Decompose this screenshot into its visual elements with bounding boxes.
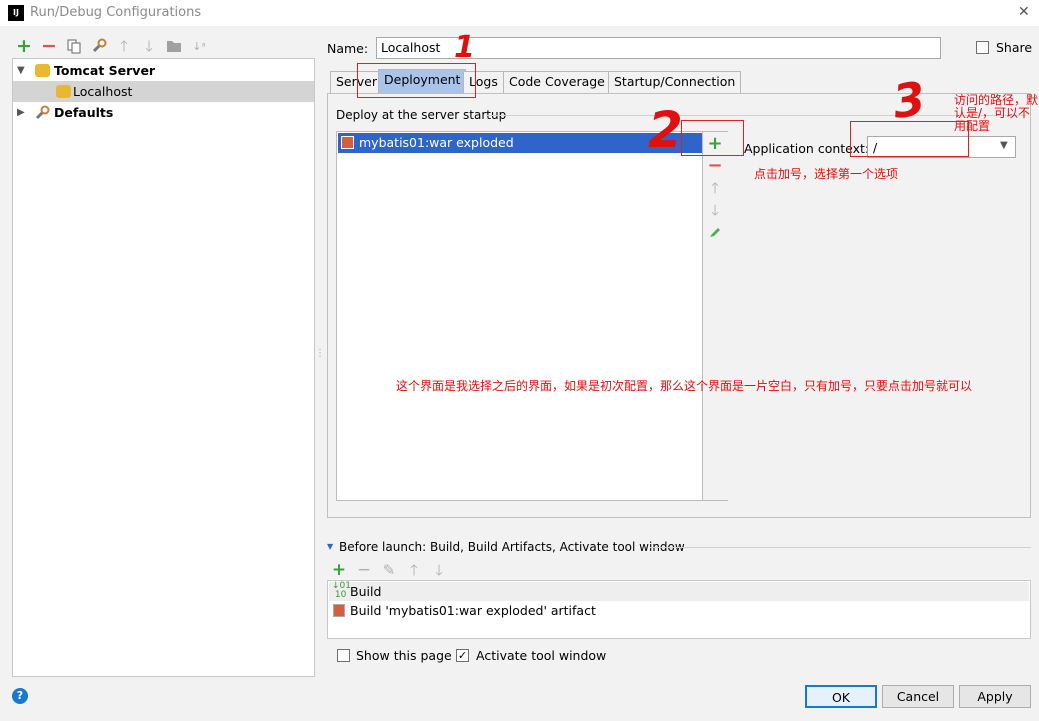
wrench-icon[interactable] — [90, 37, 108, 55]
run-debug-dialog: IJ Run/Debug Configurations ✕ + − 🡑 🡓 ↓ᵃ… — [0, 0, 1039, 721]
move-down-icon[interactable]: 🡓 — [140, 37, 158, 55]
section-divider — [650, 547, 1031, 548]
build-icon: ↓01 10 — [332, 581, 351, 600]
annotation-note-path: 访问的路径，默认是/，可以不用配置 — [954, 93, 1039, 133]
close-icon[interactable]: ✕ — [1018, 4, 1030, 20]
annotation-number-3: 3 — [889, 71, 929, 129]
activate-tool-checkbox[interactable]: ✓ — [456, 649, 469, 662]
share-label: Share — [996, 40, 1033, 55]
before-launch-list: ↓01 10 Build Build 'mybatis01:war explod… — [327, 580, 1031, 639]
artifact-label: mybatis01:war exploded — [359, 135, 514, 150]
annotation-box-deployment — [357, 63, 476, 98]
title-bar: IJ Run/Debug Configurations ✕ — [0, 0, 1039, 26]
list-toolbar: + − 🡑 🡓 — [702, 132, 728, 500]
move-down-icon[interactable]: 🡓 — [706, 201, 724, 219]
add-task-icon[interactable]: + — [330, 561, 348, 579]
wrench-icon — [35, 105, 50, 126]
before-launch-label[interactable]: Before launch: Build, Build Artifacts, A… — [339, 540, 685, 554]
show-page-label: Show this page — [356, 648, 452, 663]
edit-task-icon[interactable]: ✎ — [380, 561, 398, 579]
edit-icon[interactable] — [706, 223, 724, 241]
tomcat-icon — [35, 64, 50, 77]
sort-icon[interactable]: ↓ᵃ — [190, 37, 208, 55]
artifact-icon — [333, 604, 345, 617]
tree-item-tomcat-server[interactable]: ▼ Tomcat Server — [13, 60, 314, 81]
copy-icon[interactable] — [65, 37, 83, 55]
tree-item-label: Defaults — [54, 105, 114, 120]
move-up-icon[interactable]: 🡑 — [405, 561, 423, 579]
cancel-button[interactable]: Cancel — [882, 685, 954, 708]
splitter-handle[interactable]: ⋮ — [315, 348, 325, 359]
expand-arrow-icon[interactable]: ▼ — [17, 60, 25, 81]
show-page-checkbox[interactable] — [337, 649, 350, 662]
before-launch-toggle-icon[interactable]: ▼ — [327, 542, 333, 551]
help-icon[interactable]: ? — [12, 688, 28, 704]
ok-button[interactable]: OK — [805, 685, 877, 708]
apply-button[interactable]: Apply — [959, 685, 1031, 708]
folder-icon[interactable] — [165, 37, 183, 55]
share-checkbox[interactable] — [976, 41, 989, 54]
app-icon: IJ — [8, 5, 24, 21]
annotation-number-2: 2 — [648, 101, 683, 159]
name-label: Name: — [327, 41, 369, 56]
section-divider — [486, 115, 1026, 116]
tree-item-label: Localhost — [73, 84, 133, 99]
tab-code-coverage[interactable]: Code Coverage — [503, 71, 611, 93]
artifact-list: mybatis01:war exploded + − 🡑 🡓 — [336, 131, 728, 501]
task-label: Build 'mybatis01:war exploded' artifact — [350, 603, 596, 618]
annotation-box-add — [681, 120, 744, 156]
collapse-arrow-icon[interactable]: ▶ — [17, 102, 25, 123]
annotation-note-plus: 点击加号，选择第一个选项 — [754, 167, 899, 181]
annotation-number-1: 1 — [454, 30, 475, 65]
remove-artifact-icon[interactable]: − — [706, 157, 724, 175]
window-title: Run/Debug Configurations — [30, 5, 202, 20]
remove-icon[interactable]: − — [40, 36, 58, 55]
remove-task-icon[interactable]: − — [355, 561, 373, 579]
move-down-icon[interactable]: 🡓 — [430, 561, 448, 579]
tree-item-defaults[interactable]: ▶ Defaults — [13, 102, 314, 123]
tomcat-icon — [56, 85, 71, 98]
activate-tool-label: Activate tool window — [476, 648, 607, 663]
artifact-icon — [341, 136, 354, 149]
move-up-icon[interactable]: 🡑 — [115, 37, 133, 55]
annotation-note-main: 这个界面是我选择之后的界面，如果是初次配置，那么这个界面是一片空白，只有加号，只… — [396, 379, 973, 393]
list-item[interactable]: ↓01 10 Build — [329, 582, 1029, 601]
tree-item-localhost[interactable]: Localhost — [13, 81, 314, 102]
tree-item-label: Tomcat Server — [54, 63, 156, 78]
task-label: Build — [350, 584, 382, 599]
move-up-icon[interactable]: 🡑 — [706, 179, 724, 197]
chevron-down-icon[interactable]: ▼ — [1000, 140, 1008, 151]
add-icon[interactable]: + — [15, 36, 33, 55]
section-label: Deploy at the server startup — [336, 108, 507, 122]
config-tree: ▼ Tomcat Server Localhost ▶ Defaults — [12, 58, 315, 677]
tab-startup-connection[interactable]: Startup/Connection — [608, 71, 742, 93]
list-item[interactable]: Build 'mybatis01:war exploded' artifact — [329, 601, 1029, 620]
